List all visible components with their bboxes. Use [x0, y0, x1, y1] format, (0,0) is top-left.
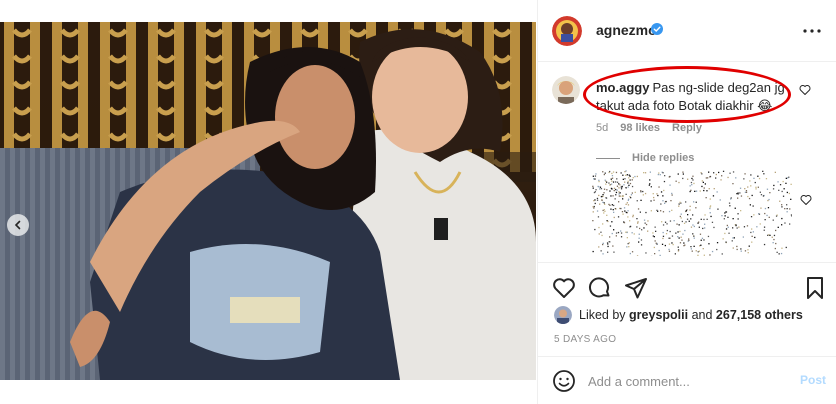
- liked-by-conj: and: [691, 308, 713, 322]
- instagram-post-view: agnezmo mo.aggy Pas ng-slide deg2an jg t…: [0, 0, 836, 404]
- post-date[interactable]: 5 DAYS AGO: [554, 334, 616, 345]
- author-avatar-image: [552, 16, 582, 46]
- chevron-left-icon: [14, 220, 21, 230]
- liked-by-others[interactable]: 267,158 others: [716, 308, 803, 322]
- author-username[interactable]: agnezmo: [596, 22, 657, 38]
- comment-meta: 5d 98 likes Reply: [596, 122, 702, 134]
- bookmark-icon[interactable]: [803, 276, 827, 300]
- liked-by-prefix: Liked by: [579, 308, 626, 322]
- commenter-avatar-image: [552, 76, 580, 104]
- comment-composer: Post: [538, 356, 836, 404]
- comment-input[interactable]: [588, 370, 788, 392]
- comment-body: mo.aggy Pas ng-slide deg2an jg takut ada …: [596, 79, 796, 115]
- liker-avatar-image: [554, 306, 572, 324]
- hide-replies-button[interactable]: Hide replies: [596, 152, 694, 164]
- photo-illustration: [0, 22, 536, 380]
- comment-username[interactable]: mo.aggy: [596, 80, 649, 95]
- verified-badge-icon: [651, 23, 663, 35]
- heart-icon[interactable]: [799, 84, 811, 96]
- liked-by-user[interactable]: greyspolii: [629, 308, 688, 322]
- paper-plane-icon[interactable]: [624, 276, 648, 300]
- liked-by-row: Liked by greyspolii and 267,158 others: [554, 306, 803, 324]
- comment-age: 5d: [596, 122, 609, 134]
- heart-icon[interactable]: [552, 276, 576, 300]
- comment-likes[interactable]: 98 likes: [620, 122, 660, 134]
- heart-icon[interactable]: [800, 194, 812, 206]
- author-avatar[interactable]: [552, 16, 582, 46]
- carousel-prev-button[interactable]: [7, 214, 29, 236]
- photo-top-margin: [0, 0, 536, 22]
- divider-line: [596, 157, 620, 159]
- hide-replies-label: Hide replies: [632, 152, 695, 164]
- obscured-reply: [592, 170, 792, 256]
- post-photo[interactable]: [0, 22, 536, 380]
- photo-bottom-margin: [0, 380, 536, 404]
- liker-avatar[interactable]: [554, 306, 572, 324]
- reply-button[interactable]: Reply: [672, 122, 702, 134]
- emoji-icon[interactable]: [552, 369, 576, 393]
- post-header: agnezmo: [538, 0, 836, 62]
- post-button[interactable]: Post: [800, 373, 826, 387]
- more-horizontal-icon[interactable]: [800, 21, 824, 41]
- comment-icon[interactable]: [588, 276, 612, 300]
- commenter-avatar[interactable]: [552, 76, 580, 104]
